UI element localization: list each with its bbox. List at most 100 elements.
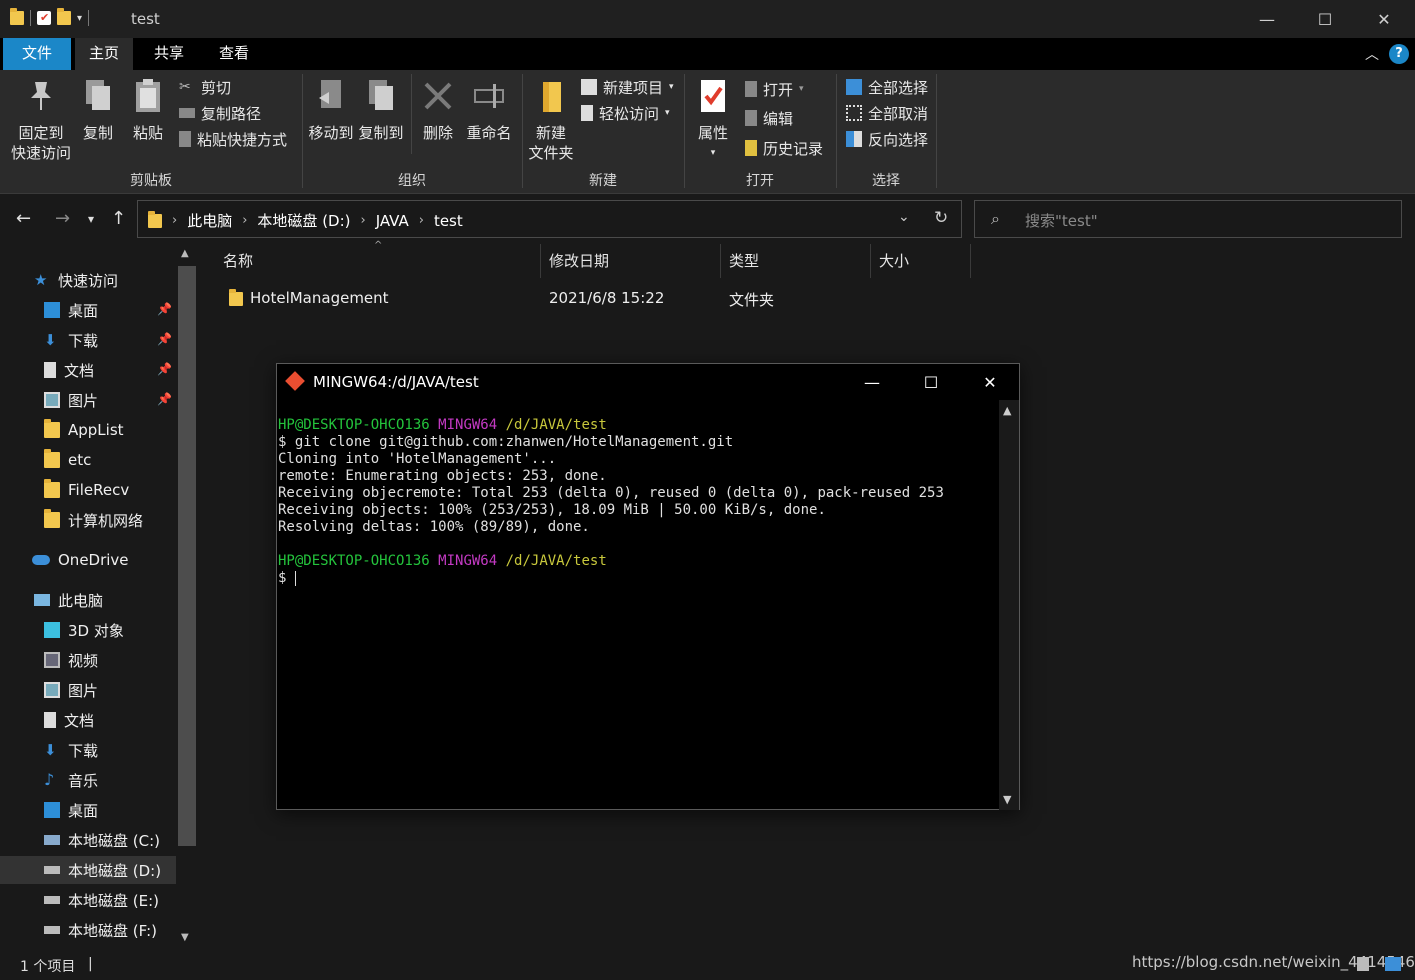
column-header-size[interactable]: 大小 <box>879 244 909 278</box>
sidebar-item-videos[interactable]: 视频 <box>0 646 176 674</box>
sidebar-item-documents-pc[interactable]: 文档 <box>0 706 176 734</box>
terminal-maximize-button[interactable]: ☐ <box>902 364 960 400</box>
column-divider[interactable] <box>870 244 871 278</box>
sidebar-item-network-course[interactable]: 计算机网络 <box>0 506 176 534</box>
sidebar-item-music[interactable]: ♪ 音乐 <box>0 766 176 794</box>
pin-icon[interactable]: 📌 <box>157 392 172 406</box>
terminal-output[interactable]: HP@DESKTOP-OHCO136 MINGW64 /d/JAVA/test … <box>277 400 999 810</box>
sidebar-item-3d-objects[interactable]: 3D 对象 <box>0 616 176 644</box>
sidebar-item-applist[interactable]: AppList <box>0 416 176 444</box>
delete-x-icon <box>424 82 452 110</box>
history-button[interactable]: 历史记录 <box>745 137 823 159</box>
invert-selection-button[interactable]: 反向选择 <box>846 128 928 150</box>
new-folder-button[interactable]: 新建 文件夹 <box>526 78 576 163</box>
close-button[interactable]: ✕ <box>1355 0 1413 38</box>
qat-dropdown-icon[interactable]: ▾ <box>77 13 82 24</box>
sidebar-item-drive-c[interactable]: 本地磁盘 (C:) <box>0 826 176 854</box>
sidebar-item-drive-d[interactable]: 本地磁盘 (D:) <box>0 856 176 884</box>
delete-button[interactable]: 删除 <box>418 78 458 143</box>
tab-home[interactable]: 主页 <box>75 38 133 70</box>
address-bar[interactable]: › 此电脑 › 本地磁盘 (D:) › JAVA › test ⌄ ↻ <box>137 200 962 238</box>
pin-icon[interactable]: 📌 <box>157 362 172 376</box>
sidebar-item-desktop-pc[interactable]: 桌面 <box>0 796 176 824</box>
scroll-down-icon[interactable]: ▼ <box>181 932 189 943</box>
sidebar-item-downloads-pc[interactable]: ⬇ 下载 <box>0 736 176 764</box>
pin-quick-access-button[interactable]: 固定到 快速访问 <box>8 78 74 163</box>
sidebar-item-drive-f[interactable]: 本地磁盘 (F:) <box>0 916 176 944</box>
paste-button[interactable]: 粘贴 <box>128 78 168 143</box>
chevron-down-icon[interactable]: ⌄ <box>898 209 910 225</box>
column-divider[interactable] <box>540 244 541 278</box>
maximize-button[interactable]: ☐ <box>1296 0 1354 38</box>
column-header-type[interactable]: 类型 <box>729 244 759 278</box>
column-divider[interactable] <box>970 244 971 278</box>
terminal-close-button[interactable]: ✕ <box>961 364 1019 400</box>
rename-button[interactable]: 重命名 <box>463 78 515 143</box>
document-icon <box>44 712 56 728</box>
terminal-window[interactable]: MINGW64:/d/JAVA/test — ☐ ✕ HP@DESKTOP-OH… <box>276 363 1020 810</box>
large-icons-view-icon[interactable] <box>1385 957 1401 971</box>
sidebar-item-onedrive[interactable]: OneDrive <box>0 546 176 574</box>
details-view-icon[interactable] <box>1357 957 1369 971</box>
sidebar-item-filerecv[interactable]: FileRecv <box>0 476 176 504</box>
sidebar-item-drive-e[interactable]: 本地磁盘 (E:) <box>0 886 176 914</box>
chevron-right-icon[interactable]: › <box>242 213 247 228</box>
collapse-ribbon-icon[interactable]: ︿ <box>1365 44 1379 64</box>
move-to-button[interactable]: 移动到 <box>306 78 356 143</box>
invert-selection-icon <box>846 131 862 147</box>
open-button[interactable]: 打开 ▾ <box>745 78 804 100</box>
tab-share[interactable]: 共享 <box>140 38 198 70</box>
minimize-button[interactable]: — <box>1238 0 1296 38</box>
terminal-minimize-button[interactable]: — <box>843 364 901 400</box>
scroll-down-icon[interactable]: ▼ <box>1003 793 1011 806</box>
properties-qat-icon[interactable]: ✔ <box>37 11 51 25</box>
sidebar-item-documents[interactable]: 文档 📌 <box>0 356 176 384</box>
pin-icon[interactable]: 📌 <box>157 332 172 346</box>
scroll-up-icon[interactable]: ▲ <box>181 248 189 259</box>
edit-button[interactable]: 编辑 <box>745 107 793 129</box>
sidebar-scroll-thumb[interactable] <box>178 266 196 846</box>
breadcrumb-this-pc[interactable]: 此电脑 <box>187 210 232 231</box>
recent-locations-icon[interactable]: ▾ <box>88 212 94 226</box>
chevron-right-icon[interactable]: › <box>419 213 424 228</box>
pin-icon[interactable]: 📌 <box>157 302 172 316</box>
search-box[interactable]: ⌕ 搜索"test" <box>974 200 1402 238</box>
properties-button[interactable]: 属性 ▾ <box>690 78 736 163</box>
column-header-modified[interactable]: 修改日期 <box>549 244 609 278</box>
column-header-name[interactable]: 名称 <box>223 244 253 278</box>
breadcrumb-drive-d[interactable]: 本地磁盘 (D:) <box>257 210 350 231</box>
cut-button[interactable]: ✂ 剪切 <box>179 76 231 98</box>
sidebar-item-desktop[interactable]: 桌面 📌 <box>0 296 176 324</box>
copy-button[interactable]: 复制 <box>78 78 118 143</box>
sidebar-item-downloads[interactable]: ⬇ 下载 📌 <box>0 326 176 354</box>
forward-arrow-icon[interactable]: → <box>55 208 70 229</box>
select-all-button[interactable]: 全部选择 <box>846 76 928 98</box>
back-arrow-icon[interactable]: ← <box>16 208 31 229</box>
paste-shortcut-button[interactable]: 粘贴快捷方式 <box>179 128 287 150</box>
copy-to-button[interactable]: 复制到 <box>356 78 406 143</box>
select-none-button[interactable]: 全部取消 <box>846 102 928 124</box>
sidebar-item-pictures-pc[interactable]: 图片 <box>0 676 176 704</box>
help-icon[interactable]: ? <box>1389 44 1409 64</box>
chevron-right-icon[interactable]: › <box>172 213 177 228</box>
easy-access-button[interactable]: 轻松访问 ▾ <box>581 102 670 124</box>
breadcrumb-java[interactable]: JAVA <box>376 212 409 230</box>
ribbon-tabs: 文件 主页 共享 查看 ︿ ? <box>0 38 1415 70</box>
copy-path-button[interactable]: 复制路径 <box>179 102 261 124</box>
scroll-up-icon[interactable]: ▲ <box>1003 404 1011 417</box>
breadcrumb-test[interactable]: test <box>434 212 463 230</box>
terminal-title-bar[interactable]: MINGW64:/d/JAVA/test — ☐ ✕ <box>277 364 1019 400</box>
tab-view[interactable]: 查看 <box>205 38 263 70</box>
up-arrow-icon[interactable]: ↑ <box>111 208 126 229</box>
terminal-scrollbar[interactable]: ▲ ▼ <box>999 400 1019 810</box>
tab-file[interactable]: 文件 <box>3 38 71 70</box>
chevron-right-icon[interactable]: › <box>361 213 366 228</box>
sidebar-item-pictures[interactable]: 图片 📌 <box>0 386 176 414</box>
new-item-button[interactable]: 新建项目 ▾ <box>581 76 674 98</box>
sidebar-item-quick-access[interactable]: ★ 快速访问 <box>0 266 176 294</box>
new-folder-qat-icon[interactable] <box>57 8 71 25</box>
refresh-icon[interactable]: ↻ <box>934 208 948 228</box>
sidebar-item-etc[interactable]: etc <box>0 446 176 474</box>
column-divider[interactable] <box>720 244 721 278</box>
sidebar-item-this-pc[interactable]: 此电脑 <box>0 586 176 614</box>
